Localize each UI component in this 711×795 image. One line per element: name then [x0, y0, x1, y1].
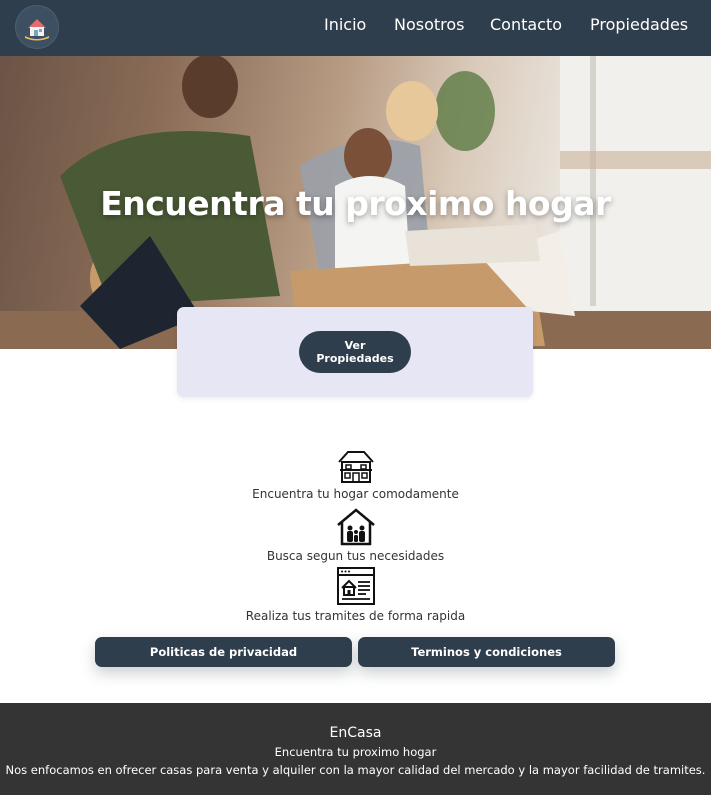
feature-item: Busca segun tus necesidades [0, 508, 711, 563]
web-listing-icon [336, 567, 375, 605]
terms-conditions-button[interactable]: Terminos y condiciones [358, 637, 615, 667]
feature-text: Encuentra tu hogar comodamente [252, 487, 459, 501]
feature-text: Busca segun tus necesidades [266, 549, 445, 563]
privacy-policy-button[interactable]: Politicas de privacidad [95, 637, 352, 667]
nav-link-nosotros[interactable]: Nosotros [394, 15, 465, 34]
navbar: Inicio Nosotros Contacto Propiedades [0, 0, 711, 56]
footer: EnCasa Encuentra tu proximo hogar Nos en… [0, 703, 711, 795]
footer-tagline: Encuentra tu proximo hogar [274, 745, 437, 759]
hero-title: Encuentra tu proximo hogar [100, 184, 611, 223]
cta-card: Ver Propiedades [177, 307, 533, 397]
footer-brand: EnCasa [329, 725, 382, 741]
footer-description: Nos enfocamos en ofrecer casas para vent… [5, 763, 706, 777]
house-icon [337, 451, 374, 483]
house-logo-icon [25, 19, 49, 41]
ver-propiedades-button[interactable]: Ver Propiedades [299, 331, 411, 373]
nav-link-inicio[interactable]: Inicio [324, 15, 366, 34]
logo[interactable] [15, 5, 59, 49]
hero-banner: Encuentra tu proximo hogar [0, 56, 711, 349]
feature-item: Encuentra tu hogar comodamente [0, 448, 711, 501]
nav-link-contacto[interactable]: Contacto [490, 15, 562, 34]
nav-link-propiedades[interactable]: Propiedades [590, 15, 688, 34]
feature-text: Realiza tus tramites de forma rapida [245, 609, 466, 623]
feature-item: Realiza tus tramites de forma rapida [0, 566, 711, 623]
family-home-icon [336, 508, 375, 546]
